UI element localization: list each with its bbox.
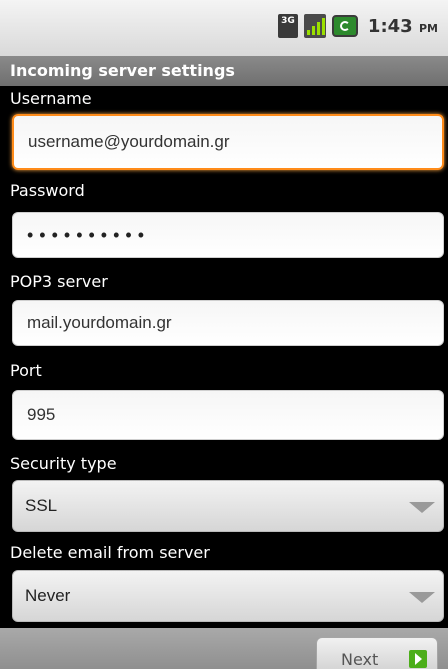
pop3-server-field[interactable]: mail.yourdomain.gr [12,300,444,346]
username-field[interactable]: username@yourdomain.gr [12,114,444,170]
next-label: Next [341,650,379,669]
chevron-down-icon [409,502,435,513]
bottom-action-bar: Next [0,628,448,669]
status-bar: 3G 1:43 PM [0,0,448,56]
next-button[interactable]: Next [316,637,438,669]
delete-email-value: Never [25,586,71,605]
clock-ampm: PM [418,21,438,35]
status-icons: 3G 1:43 PM [277,14,438,38]
security-type-dropdown[interactable]: SSL [12,480,444,532]
pop3-server-value: mail.yourdomain.gr [27,313,172,332]
delete-email-label: Delete email from server [10,543,210,562]
password-field[interactable]: •••••••••• [12,212,444,258]
username-value: username@yourdomain.gr [28,132,230,151]
signal-strength-icon [303,14,326,38]
3g-network-icon: 3G [277,14,298,38]
port-field[interactable]: 995 [12,390,444,440]
pop3-server-label: POP3 server [10,272,108,291]
page-title: Incoming server settings [0,56,448,86]
password-value: •••••••••• [27,224,151,245]
password-label: Password [10,181,85,200]
email-setup-screen: 3G 1:43 PM Incoming server settings User… [0,0,448,669]
status-clock: 1:43 PM [368,16,438,37]
battery-charging-icon [331,15,358,37]
delete-email-dropdown[interactable]: Never [12,570,444,622]
security-type-value: SSL [25,496,58,515]
port-value: 995 [27,405,56,424]
username-label: Username [10,89,92,108]
security-type-label: Security type [10,454,117,473]
arrow-right-icon [409,650,427,668]
clock-time: 1:43 [367,15,413,37]
chevron-down-icon [409,592,435,603]
port-label: Port [10,361,42,380]
